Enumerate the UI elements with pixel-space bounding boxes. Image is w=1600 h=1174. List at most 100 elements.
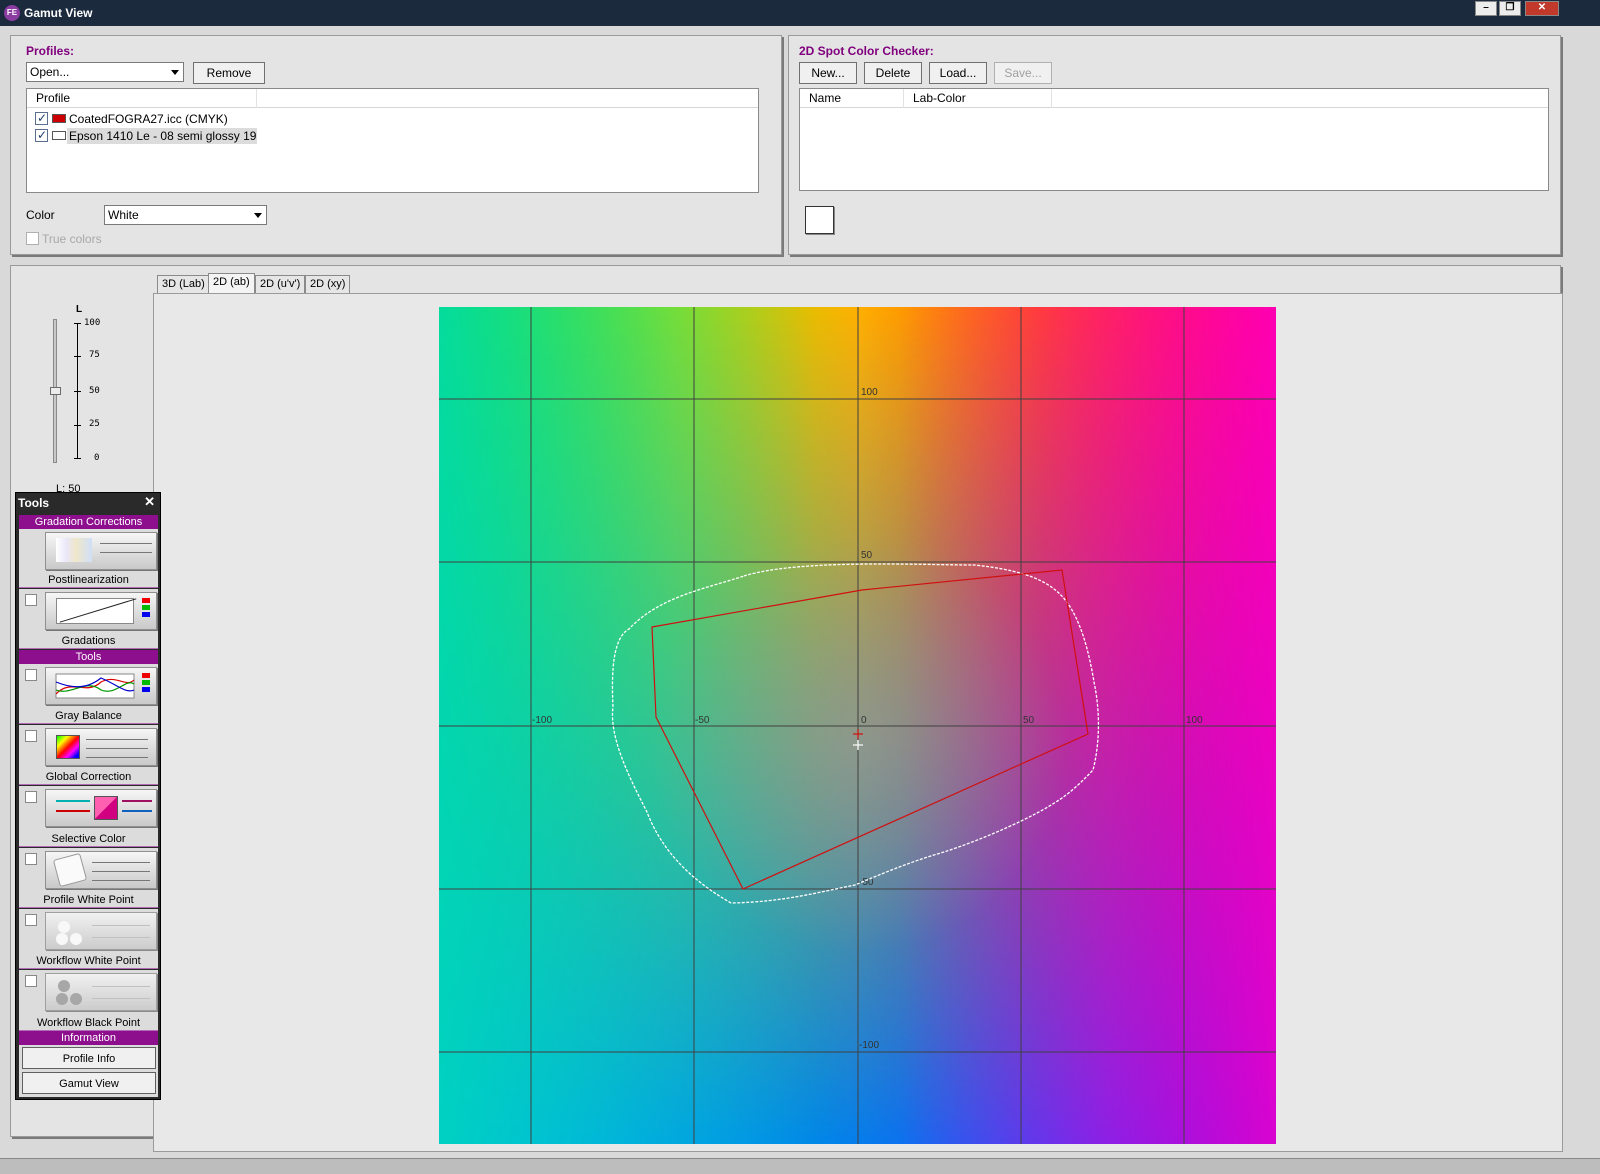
- tools-title: Tools: [18, 496, 50, 510]
- slider-line: [86, 739, 148, 740]
- tool-checkbox[interactable]: [25, 791, 37, 803]
- tool-checkbox[interactable]: [25, 594, 37, 606]
- profile-color-swatch: [52, 114, 66, 123]
- chevron-down-icon: [171, 70, 179, 75]
- color-select-value: White: [108, 208, 139, 222]
- gray-balance-graph: [55, 673, 150, 699]
- selective-color-icon: [45, 789, 157, 827]
- close-window-button[interactable]: ✕: [1525, 1, 1559, 16]
- slider-line: [86, 757, 148, 758]
- tool-checkbox[interactable]: [25, 975, 37, 987]
- tool-label: Gradations: [61, 635, 116, 647]
- tab-2d-xy[interactable]: 2D (xy): [305, 275, 351, 293]
- origin-label: 0: [861, 715, 867, 726]
- tool-checkbox[interactable]: [25, 853, 37, 865]
- tool-label: Global Correction: [45, 771, 132, 783]
- remove-profile-button[interactable]: Remove: [193, 62, 265, 84]
- tool-selective-color[interactable]: Selective Color: [19, 786, 158, 847]
- slider-line: [92, 862, 150, 863]
- gamut-view-button[interactable]: Gamut View: [22, 1072, 156, 1094]
- blue-chip: [142, 612, 150, 617]
- lightness-tick-label: 0: [94, 453, 100, 463]
- circle-image: [58, 980, 70, 992]
- tool-checkbox[interactable]: [25, 669, 37, 681]
- window-title: Gamut View: [24, 6, 93, 20]
- a-axis-label: 100: [1186, 715, 1203, 726]
- color-label: Color: [26, 208, 55, 222]
- close-icon[interactable]: ✕: [144, 494, 155, 510]
- swatch-image: [94, 796, 118, 820]
- tool-profile-white-point[interactable]: Profile White Point: [19, 848, 158, 908]
- tool-global-correction[interactable]: Global Correction: [19, 725, 158, 785]
- ab-plane-plot[interactable]: 100 50 -50 -100 -100 -50 0 50 100: [439, 307, 1276, 1144]
- tool-workflow-black-point[interactable]: Workflow Black Point: [19, 970, 158, 1031]
- slider-line: [100, 543, 152, 544]
- tool-gray-balance[interactable]: Gray Balance: [19, 664, 158, 724]
- slider-line: [100, 552, 152, 553]
- slider-line: [86, 748, 148, 749]
- slider-line: [92, 998, 150, 999]
- minimize-button[interactable]: –: [1475, 1, 1497, 16]
- tool-postlinearization[interactable]: Postlinearization: [19, 529, 158, 588]
- workflow-white-point-icon: [45, 912, 157, 950]
- slider-line: [92, 937, 150, 938]
- spot-list-header: Name Lab-Color: [800, 89, 1548, 108]
- profiles-panel: Profiles: Open... Remove Profile CoatedF…: [10, 35, 782, 255]
- save-spot-button[interactable]: Save...: [994, 62, 1052, 84]
- circle-image: [70, 993, 82, 1005]
- a-axis-label: -100: [532, 715, 552, 726]
- spot-color-list[interactable]: Name Lab-Color: [799, 88, 1549, 191]
- spot-color-checker-panel: 2D Spot Color Checker: New... Delete Loa…: [788, 35, 1561, 255]
- tab-2d-ab[interactable]: 2D (ab): [208, 273, 255, 293]
- tool-checkbox[interactable]: [25, 730, 37, 742]
- b-axis-label: 100: [861, 387, 878, 398]
- new-spot-button[interactable]: New...: [799, 62, 857, 84]
- app-logo-icon: FE: [4, 5, 20, 21]
- column-header-profile[interactable]: Profile: [27, 89, 257, 108]
- tool-label: Workflow Black Point: [36, 1017, 141, 1029]
- spot-checker-heading: 2D Spot Color Checker:: [799, 44, 934, 58]
- tool-checkbox[interactable]: [25, 914, 37, 926]
- slider-line: [122, 810, 152, 812]
- column-header-lab-color[interactable]: Lab-Color: [904, 89, 1052, 108]
- column-header-name[interactable]: Name: [800, 89, 904, 108]
- slider-line: [92, 871, 150, 872]
- profile-row[interactable]: CoatedFOGRA27.icc (CMYK): [35, 110, 435, 127]
- profile-row[interactable]: Epson 1410 Le - 08 semi glossy 195.i...: [35, 127, 435, 144]
- profile-label: Epson 1410 Le - 08 semi glossy 195.i...: [67, 128, 257, 144]
- circle-image: [58, 921, 70, 933]
- lightness-slider-handle[interactable]: [50, 387, 61, 395]
- true-colors-checkbox[interactable]: [26, 232, 39, 245]
- restore-button[interactable]: ❐: [1499, 1, 1521, 16]
- slider-line: [56, 810, 90, 812]
- color-select[interactable]: White: [104, 205, 267, 225]
- a-axis-label: -50: [695, 715, 710, 726]
- profiles-heading: Profiles:: [26, 44, 75, 58]
- tool-label: Postlinearization: [48, 574, 129, 586]
- spot-color-preview-swatch[interactable]: [805, 206, 834, 234]
- profile-checkbox[interactable]: [35, 110, 48, 126]
- postlinearization-icon: [45, 532, 157, 570]
- delete-spot-button[interactable]: Delete: [864, 62, 922, 84]
- profile-info-button[interactable]: Profile Info: [22, 1047, 156, 1069]
- tab-3d-lab[interactable]: 3D (Lab): [157, 275, 210, 293]
- profile-checkbox[interactable]: [35, 127, 48, 143]
- lightness-tick-label: 75: [89, 350, 100, 360]
- profile-list[interactable]: Profile CoatedFOGRA27.icc (CMYK) Epson 1…: [26, 88, 759, 193]
- title-bar: FE Gamut View – ❐ ✕: [0, 0, 1600, 26]
- gradations-icon: [45, 592, 157, 630]
- lightness-tick: [74, 356, 81, 357]
- lightness-tick: [74, 458, 81, 459]
- profile-white-point-icon: [45, 851, 157, 889]
- lightness-tick: [74, 391, 81, 392]
- tool-gradations[interactable]: Gradations: [19, 589, 158, 649]
- profile-open-combo[interactable]: Open...: [26, 62, 184, 82]
- lightness-axis-label: L: [76, 304, 83, 315]
- slider-line: [92, 925, 150, 926]
- tab-2d-uv[interactable]: 2D (u'v'): [255, 275, 306, 293]
- tool-workflow-white-point[interactable]: Workflow White Point: [19, 909, 158, 969]
- bottom-strip: [0, 1158, 1600, 1174]
- load-spot-button[interactable]: Load...: [929, 62, 987, 84]
- slider-line: [122, 800, 152, 802]
- section-tools: Tools: [19, 650, 158, 664]
